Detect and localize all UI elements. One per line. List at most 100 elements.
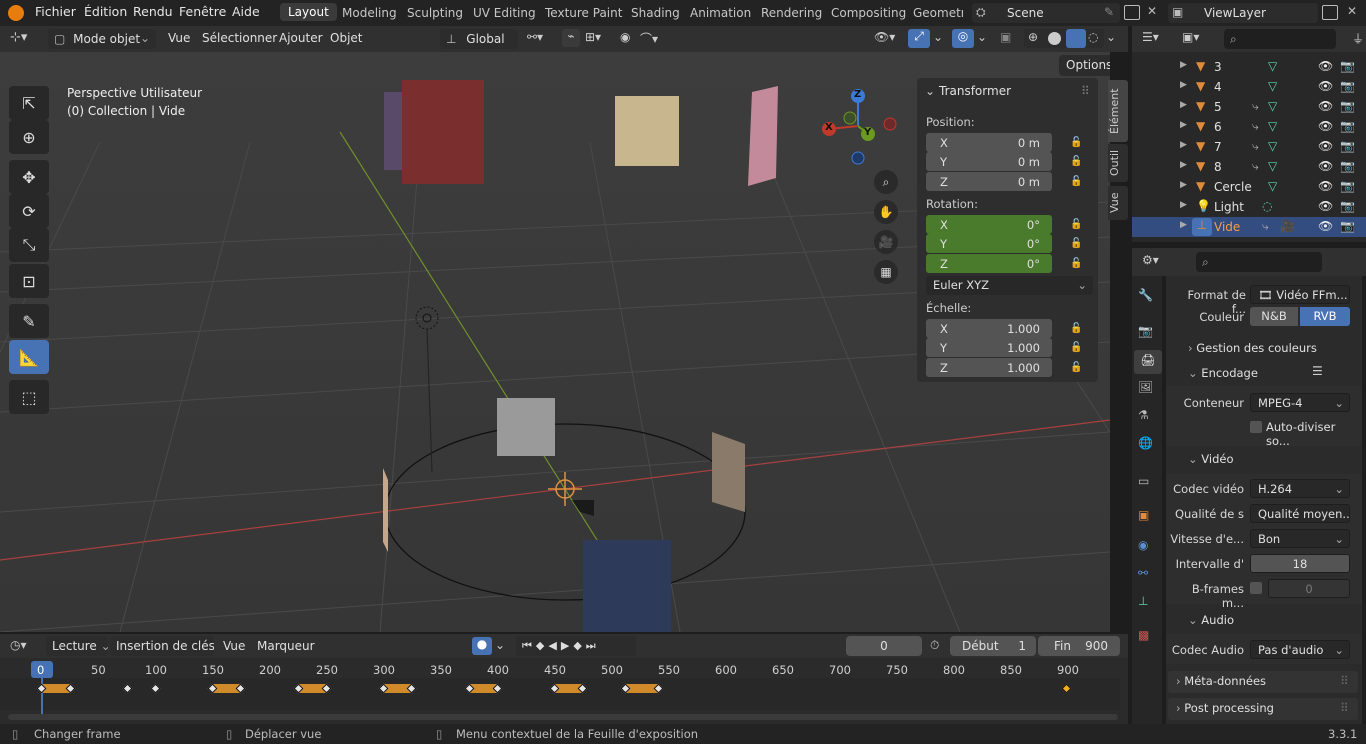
rotation-mode-dropdown[interactable]: Euler XYZ ⌄ [926, 276, 1093, 295]
eye-icon[interactable]: 👁 [1318, 59, 1333, 73]
overlay-toggle-icon[interactable]: ◎ [952, 29, 974, 48]
drag-handle-icon[interactable]: ⠿ [1340, 674, 1349, 688]
image-plane-6[interactable] [712, 432, 745, 512]
position-y-field[interactable]: Y 0 m [926, 152, 1052, 171]
falloff-icon[interactable]: ⌒▾ [640, 30, 658, 47]
jump-end-icon[interactable]: ⏭ [586, 639, 600, 652]
tab-rendering[interactable]: Rendering [761, 6, 822, 20]
post-processing-panel[interactable]: › Post processing ⠿ [1168, 698, 1358, 720]
lock-icon[interactable]: 🔓 [1070, 238, 1084, 250]
jump-start-icon[interactable]: ⏮ [522, 639, 536, 652]
bframes-checkbox[interactable] [1250, 582, 1262, 594]
codec-dropdown[interactable]: H.264 ⌄ [1250, 479, 1350, 498]
tab-uv-editing[interactable]: UV Editing [473, 6, 536, 20]
tab-layout[interactable]: Layout [280, 3, 337, 21]
physics-tab-icon[interactable]: ◉ [1138, 538, 1148, 552]
panel-collapse-icon[interactable]: ⌄ [925, 84, 935, 98]
play-reverse-icon[interactable]: ◀ [548, 639, 560, 652]
rotation-x-field[interactable]: X 0° [926, 215, 1052, 234]
proportional-edit-icon[interactable]: ◉ [620, 30, 630, 44]
playback-menu[interactable]: Lecture ⌄ [46, 636, 108, 656]
eye-icon[interactable]: 👁 [1318, 179, 1333, 193]
quality-dropdown[interactable]: Qualité moyen... [1250, 504, 1350, 523]
menu-render[interactable]: Rendu [133, 4, 173, 19]
transform-tool-icon[interactable]: ⊡ [9, 264, 49, 298]
camera-icon[interactable]: 📷 [1340, 139, 1355, 153]
eye-icon[interactable]: 👁 [1318, 99, 1333, 113]
expand-icon[interactable]: ▶ [1180, 140, 1187, 150]
perspective-grid-icon[interactable]: ▦ [874, 260, 898, 284]
scale-tool-icon[interactable]: ⤡ [9, 228, 49, 262]
camera-icon[interactable]: 📷 [1340, 99, 1355, 113]
tab-sculpting[interactable]: Sculpting [407, 6, 463, 20]
outliner-row[interactable]: ▶ ▼ Cercle ▽ 👁 📷 [1132, 177, 1366, 197]
tab-geometry[interactable]: Geometry [913, 6, 963, 20]
image-plane-3[interactable] [615, 96, 679, 166]
tool-tab-icon[interactable]: 🔧 [1138, 288, 1153, 302]
menu-add[interactable]: Ajouter [279, 31, 323, 45]
world-tab-icon[interactable]: 🌐 [1138, 436, 1153, 450]
camera-icon[interactable]: 📷 [1340, 199, 1355, 213]
tab-texture-paint[interactable]: Texture Paint [545, 6, 622, 20]
new-scene-icon[interactable] [1124, 5, 1140, 20]
color-management-section[interactable]: › Gestion des couleurs [1188, 341, 1317, 355]
orientation-dropdown[interactable]: ⊥ Global [440, 29, 518, 49]
image-plane-2[interactable] [384, 92, 402, 170]
expand-icon[interactable]: ▶ [1180, 220, 1187, 230]
object-tab-icon[interactable]: ▣ [1138, 508, 1149, 522]
new-view-layer-icon[interactable] [1322, 5, 1338, 20]
options-button[interactable]: Options ⌄ [1059, 55, 1110, 86]
lock-icon[interactable]: 🔓 [1070, 156, 1084, 168]
expand-icon[interactable]: ▶ [1180, 180, 1187, 190]
view-layer-selector[interactable]: ▣ ViewLayer [1168, 3, 1318, 23]
camera-icon[interactable]: 📷 [1340, 119, 1355, 133]
outliner-row[interactable]: ▶ ▼ 3 ▽ 👁 📷 [1132, 57, 1366, 77]
image-plane-1[interactable] [402, 80, 484, 184]
bw-button[interactable]: N&B [1250, 307, 1298, 326]
outliner-editor-icon[interactable]: ☰▾ [1142, 30, 1159, 44]
tab-modeling[interactable]: Modeling [342, 6, 397, 20]
presets-list-icon[interactable]: ☰ [1312, 364, 1323, 378]
measure-tool-icon[interactable]: 📐 [9, 340, 49, 374]
timeline-scrollbar[interactable] [8, 714, 1118, 720]
video-section[interactable]: ⌄ Vidéo [1188, 452, 1234, 466]
texture-tab-icon[interactable]: ▩ [1138, 628, 1149, 642]
interval-field[interactable]: 18 [1250, 554, 1350, 573]
remove-view-layer-icon[interactable]: ✕ [1347, 4, 1357, 18]
current-frame-field[interactable]: 0 [846, 636, 922, 656]
lock-icon[interactable]: 🔓 [1070, 176, 1084, 188]
lock-icon[interactable]: 🔓 [1070, 362, 1084, 374]
position-z-field[interactable]: Z 0 m [926, 172, 1052, 191]
filter-icon[interactable]: ⏚ [1352, 30, 1364, 47]
xray-icon[interactable]: ▣ [1000, 30, 1011, 44]
end-frame-field[interactable]: Fin 900 [1038, 636, 1120, 656]
tab-shading[interactable]: Shading [631, 6, 680, 20]
snap-icon[interactable]: ⌁ [562, 29, 580, 47]
expand-icon[interactable]: ▶ [1180, 100, 1187, 110]
eye-icon[interactable]: 👁 [1318, 119, 1333, 133]
select-tool-icon[interactable]: ⇱ [9, 86, 49, 120]
rotate-tool-icon[interactable]: ⟳ [9, 194, 49, 228]
image-plane-7[interactable] [383, 468, 388, 552]
image-plane-8[interactable] [583, 540, 671, 632]
rotation-y-field[interactable]: Y 0° [926, 234, 1052, 253]
lock-icon[interactable]: 🔓 [1070, 323, 1084, 335]
speed-dropdown[interactable]: Bon ⌄ [1250, 529, 1350, 548]
auto-keying-icon[interactable]: ● [472, 637, 492, 655]
outliner-row[interactable]: ▶ ▼ 4 ▽ 👁 📷 [1132, 77, 1366, 97]
object-data-tab-icon[interactable]: ⊥ [1138, 594, 1148, 608]
eye-icon[interactable]: 👁 [1318, 199, 1333, 213]
tab-animation[interactable]: Animation [690, 6, 751, 20]
navigation-gizmo[interactable]: Z Y X [818, 88, 902, 172]
lock-icon[interactable]: 🔓 [1070, 258, 1084, 270]
menu-view[interactable]: Vue [168, 31, 190, 45]
autosplit-checkbox[interactable] [1250, 421, 1262, 433]
menu-edit[interactable]: Édition [84, 4, 127, 19]
menu-object[interactable]: Objet [330, 31, 362, 45]
timeline-editor-icon[interactable]: ◷▾ [10, 638, 27, 652]
start-frame-field[interactable]: Début 1 [950, 636, 1036, 656]
render-tab-icon[interactable]: 📷 [1138, 324, 1153, 338]
position-x-field[interactable]: X 0 m [926, 133, 1052, 152]
play-icon[interactable]: ▶ [561, 639, 573, 652]
camera-icon[interactable]: 📷 [1340, 59, 1355, 73]
